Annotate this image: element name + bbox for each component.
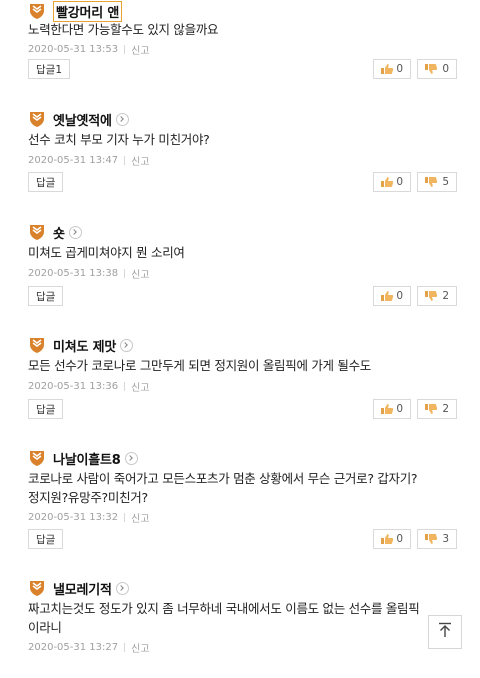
meta-divider: [124, 382, 126, 391]
like-button[interactable]: 0: [373, 59, 411, 79]
report-link[interactable]: 신고: [131, 510, 149, 525]
arrow-up-icon: [437, 622, 453, 642]
thumbs-up-icon: [380, 403, 394, 415]
like-button[interactable]: 0: [373, 286, 411, 306]
thumbs-up-icon: [380, 63, 394, 75]
dislike-button[interactable]: 5: [417, 172, 457, 192]
meta-divider: [124, 269, 126, 278]
comment-timestamp: 2020-05-31 13:47: [28, 155, 119, 166]
comment-author-row: 미쳐도 제맛: [28, 334, 134, 356]
comment-meta: 2020-05-31 13:53 신고: [28, 42, 150, 57]
dislike-count: 3: [442, 533, 449, 545]
shield-badge-icon: [28, 110, 46, 128]
meta-divider: [124, 156, 126, 165]
like-button[interactable]: 0: [373, 399, 411, 419]
chevron-right-icon[interactable]: [120, 338, 134, 352]
comment-author-row: 낼모레기적: [28, 577, 129, 599]
meta-divider: [124, 643, 126, 652]
report-link[interactable]: 신고: [131, 153, 149, 168]
reply-button[interactable]: 답글: [28, 286, 64, 306]
dislike-button[interactable]: 0: [417, 59, 457, 79]
reply-button[interactable]: 답글: [28, 399, 64, 419]
chevron-right-icon[interactable]: [115, 581, 129, 595]
comment-meta: 2020-05-31 13:27 신고: [28, 640, 150, 655]
comment-timestamp: 2020-05-31 13:53: [28, 44, 119, 55]
dislike-count: 2: [442, 403, 449, 415]
report-link[interactable]: 신고: [131, 379, 149, 394]
comment-text-line: 정지원?유망주?미친거?: [28, 490, 148, 505]
dislike-count: 2: [442, 290, 449, 302]
like-count: 0: [396, 176, 403, 188]
comment-timestamp: 2020-05-31 13:27: [28, 642, 119, 653]
meta-divider: [124, 513, 126, 522]
comment-text: 선수 코치 부모 기자 누가 미친거야?: [28, 130, 428, 149]
comment-meta: 2020-05-31 13:32 신고: [28, 510, 150, 525]
comment-text: 노력한다면 가능할수도 있지 않을까요: [28, 20, 428, 39]
reply-button[interactable]: 답글: [28, 529, 64, 549]
comment-text-line: 코로나로 사람이 죽어가고 모든스포츠가 멈춘 상황에서 무슨 근거로? 갑자기…: [28, 471, 418, 486]
thumbs-up-icon: [380, 290, 394, 302]
like-count: 0: [396, 63, 403, 75]
comment-author-row: 숏: [28, 221, 82, 243]
thumbs-down-icon: [424, 290, 438, 302]
shield-badge-icon: [28, 2, 46, 20]
dislike-button[interactable]: 2: [417, 399, 457, 419]
comment-text-line: 이라니: [28, 620, 62, 635]
comment-author-row: 빨강머리 앤: [28, 0, 123, 22]
comment-author-name[interactable]: 낼모레기적: [53, 579, 112, 598]
like-count: 0: [396, 403, 403, 415]
dislike-button[interactable]: 2: [417, 286, 457, 306]
scroll-to-top-button[interactable]: [428, 615, 462, 649]
thumbs-down-icon: [424, 176, 438, 188]
comment-author-name[interactable]: 옛날옛적에: [53, 110, 112, 129]
comment-timestamp: 2020-05-31 13:36: [28, 381, 119, 392]
comment-text: 짜고치는것도 정도가 있지 좀 너무하네 국내에서도 이름도 없는 선수를 올림…: [28, 599, 428, 637]
comment-author-name[interactable]: 빨강머리 앤: [53, 0, 123, 22]
comment-text: 모든 선수가 코로나로 그만두게 되면 정지원이 올림픽에 가게 될수도: [28, 356, 428, 375]
dislike-count: 5: [442, 176, 449, 188]
thumbs-up-icon: [380, 176, 394, 188]
comment-author-row: 나날이흘트8: [28, 447, 138, 469]
comment-meta: 2020-05-31 13:36 신고: [28, 379, 150, 394]
report-link[interactable]: 신고: [131, 42, 149, 57]
comment-text-line: 노력한다면 가능할수도 있지 않을까요: [28, 22, 219, 37]
shield-badge-icon: [28, 223, 46, 241]
comment-timestamp: 2020-05-31 13:38: [28, 268, 119, 279]
meta-divider: [124, 45, 126, 54]
thumbs-down-icon: [424, 533, 438, 545]
reply-button[interactable]: 답글: [28, 172, 64, 192]
thumbs-down-icon: [424, 403, 438, 415]
comment-text: 미쳐도 곱게미쳐야지 뭔 소리여: [28, 243, 428, 262]
comment-meta: 2020-05-31 13:47 신고: [28, 153, 150, 168]
comment-author-name[interactable]: 미쳐도 제맛: [53, 336, 116, 355]
dislike-button[interactable]: 3: [417, 529, 457, 549]
like-button[interactable]: 0: [373, 172, 411, 192]
thumbs-down-icon: [424, 63, 438, 75]
like-button[interactable]: 0: [373, 529, 411, 549]
reply-button[interactable]: 답글1: [28, 59, 71, 79]
dislike-count: 0: [442, 63, 449, 75]
comment-text-line: 미쳐도 곱게미쳐야지 뭔 소리여: [28, 245, 185, 260]
comment-text: 코로나로 사람이 죽어가고 모든스포츠가 멈춘 상황에서 무슨 근거로? 갑자기…: [28, 469, 428, 507]
comment-text-line: 짜고치는것도 정도가 있지 좀 너무하네 국내에서도 이름도 없는 선수를 올림…: [28, 601, 420, 616]
shield-badge-icon: [28, 336, 46, 354]
comment-meta: 2020-05-31 13:38 신고: [28, 266, 150, 281]
chevron-right-icon[interactable]: [115, 112, 129, 126]
report-link[interactable]: 신고: [131, 266, 149, 281]
chevron-right-icon[interactable]: [68, 225, 82, 239]
shield-badge-icon: [28, 449, 46, 467]
comment-timestamp: 2020-05-31 13:32: [28, 512, 119, 523]
like-count: 0: [396, 533, 403, 545]
report-link[interactable]: 신고: [131, 640, 149, 655]
comment-author-name[interactable]: 숏: [53, 223, 65, 242]
chevron-right-icon[interactable]: [124, 451, 138, 465]
comment-author-name[interactable]: 나날이흘트8: [53, 449, 121, 468]
shield-badge-icon: [28, 579, 46, 597]
comment-author-row: 옛날옛적에: [28, 108, 129, 130]
comment-text-line: 선수 코치 부모 기자 누가 미친거야?: [28, 132, 210, 147]
like-count: 0: [396, 290, 403, 302]
comment-text-line: 모든 선수가 코로나로 그만두게 되면 정지원이 올림픽에 가게 될수도: [28, 358, 371, 373]
thumbs-up-icon: [380, 533, 394, 545]
